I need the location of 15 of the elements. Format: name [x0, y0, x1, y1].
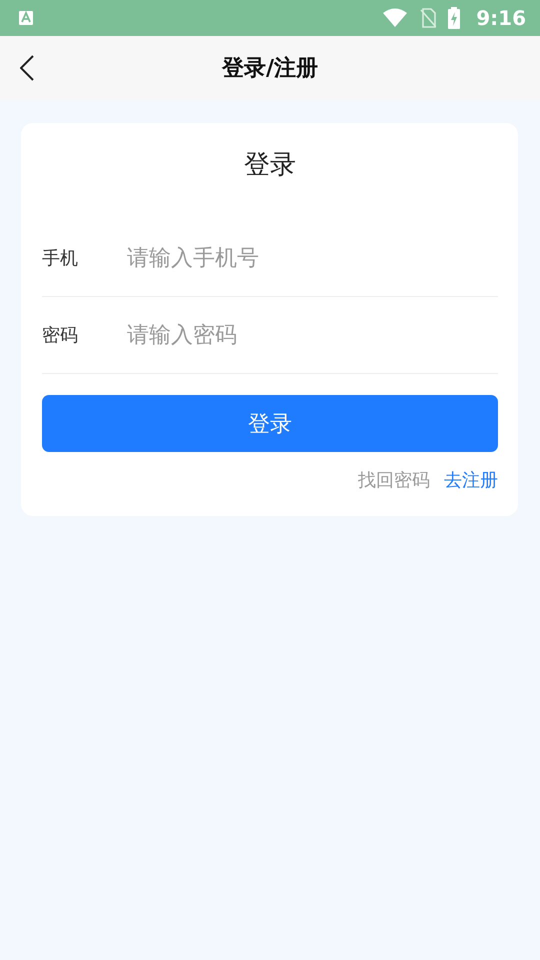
back-icon[interactable] [20, 55, 34, 81]
page-title: 登录/注册 [222, 55, 318, 83]
status-time: 9:16 [476, 6, 526, 30]
no-sim-icon [420, 8, 436, 28]
app-notification-icon [18, 10, 34, 26]
login-button[interactable]: 登录 [42, 395, 498, 452]
wifi-icon [382, 8, 408, 28]
field-label: 密码 [42, 324, 79, 347]
text-link[interactable]: 找回密码 [358, 468, 430, 492]
text-link[interactable]: 去注册 [444, 468, 498, 492]
field-label: 手机 [42, 247, 79, 270]
input-field[interactable]: 请输入手机号 [127, 246, 498, 270]
battery-charging-icon [448, 7, 460, 29]
input-field[interactable]: 请输入密码 [127, 322, 498, 348]
card-title: 登录 [243, 149, 297, 182]
